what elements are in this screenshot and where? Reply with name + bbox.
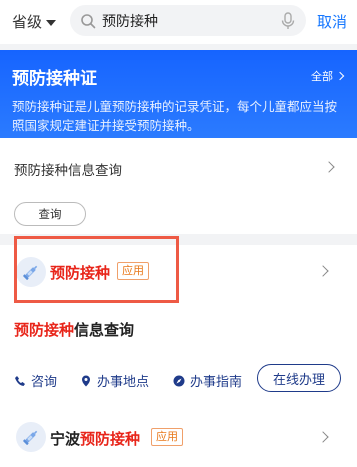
info-query-link[interactable]: 预防接种信息查询 — [14, 159, 122, 179]
guide-action[interactable]: 办事指南 — [173, 371, 242, 390]
chevron-right-icon — [323, 161, 335, 173]
action-bar: 咨询 办事地点 办事指南 在线办理 — [0, 364, 357, 394]
online-service-button[interactable]: 在线办理 — [257, 364, 341, 392]
syringe-icon — [16, 422, 46, 452]
chevron-right-icon — [317, 265, 329, 277]
cancel-button[interactable]: 取消 — [317, 11, 347, 32]
consult-action[interactable]: 咨询 — [14, 371, 57, 390]
microphone-icon[interactable] — [280, 12, 296, 30]
app-name: 预防接种 — [50, 264, 111, 282]
phone-icon — [15, 375, 25, 386]
search-icon — [81, 13, 96, 28]
search-input[interactable] — [102, 12, 262, 29]
location-pin-icon — [82, 375, 90, 386]
vaccination-certificate-card[interactable]: 预防接种证 全部 预防接种证是儿童预防接种的记录凭证，每个儿童都应当按照国家规定… — [0, 50, 357, 138]
card-description: 预防接种证是儿童预防接种的记录凭证，每个儿童都应当按照国家规定建证并接受预防接种… — [12, 99, 338, 133]
guide-label: 办事指南 — [190, 375, 243, 390]
compass-icon — [173, 375, 185, 386]
app-badge: 应用 — [151, 428, 183, 446]
chevron-right-icon — [317, 431, 329, 443]
app-result-row[interactable]: 预防接种 应用 — [0, 236, 357, 303]
view-all-link[interactable]: 全部 — [311, 68, 345, 84]
service-subtitle[interactable]: 预防接种信息查询 — [14, 319, 134, 340]
name-highlight: 预防接种 — [80, 430, 141, 448]
info-query-section: 预防接种信息查询 查询 — [0, 138, 357, 234]
caret-down-icon — [46, 19, 57, 26]
app-badge: 应用 — [117, 262, 149, 280]
subtitle-rest: 信息查询 — [74, 321, 135, 339]
subtitle-highlight: 预防接种 — [14, 321, 75, 339]
syringe-icon — [16, 257, 46, 287]
name-prefix: 宁波 — [50, 430, 81, 448]
card-title: 预防接种证 — [12, 69, 97, 89]
view-all-label: 全部 — [311, 70, 333, 83]
query-button[interactable]: 查询 — [14, 202, 86, 226]
ningbo-result-row[interactable]: 宁波预防接种 应用 — [0, 406, 357, 467]
ningbo-app-name: 宁波预防接种 — [50, 428, 140, 449]
location-label: 办事地点 — [97, 375, 150, 390]
consult-label: 咨询 — [31, 375, 58, 390]
region-label: 省级 — [12, 13, 43, 31]
region-selector[interactable]: 省级 — [12, 11, 57, 32]
location-action[interactable]: 办事地点 — [80, 371, 149, 390]
search-box[interactable] — [70, 5, 306, 36]
chevron-right-icon — [335, 71, 345, 81]
search-header: 省级 取消 — [0, 0, 357, 44]
